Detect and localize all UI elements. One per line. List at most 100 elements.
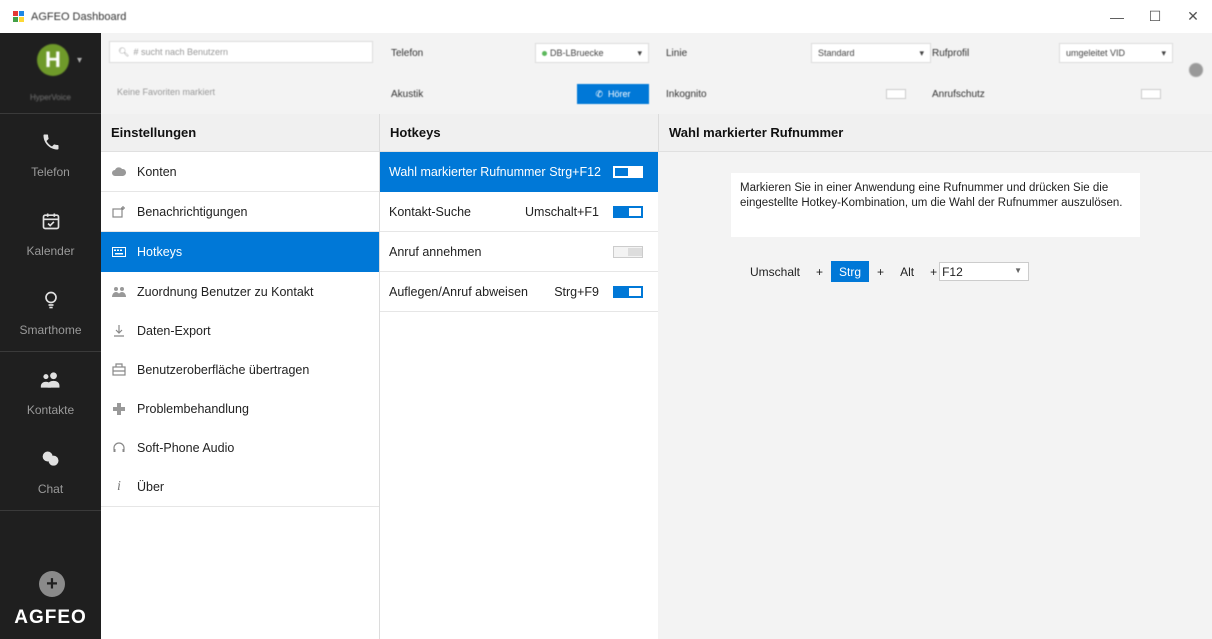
hotkey-row[interactable]: Wahl markierter Rufnummer Strg+F12 bbox=[380, 152, 658, 192]
settings-item-softphone-audio[interactable]: Soft-Phone Audio bbox=[101, 428, 379, 468]
settings-item-hotkeys[interactable]: Hotkeys bbox=[101, 232, 379, 272]
hotkey-label: Anruf annehmen bbox=[389, 244, 482, 259]
user-mapping-icon bbox=[111, 286, 127, 298]
hotkey-label: Auflegen/Anruf abweisen bbox=[389, 284, 528, 299]
transfer-icon bbox=[111, 363, 127, 376]
medical-cross-icon bbox=[111, 402, 127, 415]
chat-icon bbox=[38, 446, 64, 472]
calendar-icon bbox=[38, 208, 64, 234]
search-icon: 🔍︎ bbox=[118, 46, 130, 57]
add-button[interactable]: + bbox=[39, 571, 65, 597]
keyboard-icon bbox=[111, 246, 127, 257]
profile-area[interactable]: H ▾ HyperVoice bbox=[0, 33, 101, 114]
settings-item-label: Problembehandlung bbox=[137, 401, 249, 416]
settings-item-konten[interactable]: Konten bbox=[101, 152, 379, 192]
inkognito-toggle[interactable] bbox=[886, 89, 906, 99]
headset-icon bbox=[111, 441, 127, 454]
hotkey-row[interactable]: Anruf annehmen bbox=[380, 232, 658, 272]
window-title: AGFEO Dashboard bbox=[31, 10, 127, 23]
nav-chat[interactable]: Chat bbox=[0, 431, 101, 510]
cloud-icon bbox=[111, 166, 127, 177]
anrufschutz-label: Anrufschutz bbox=[932, 88, 985, 100]
settings-item-label: Zuordnung Benutzer zu Kontakt bbox=[137, 284, 314, 299]
hotkey-toggle[interactable] bbox=[613, 205, 643, 218]
chevron-down-icon[interactable]: ▾ bbox=[77, 55, 82, 66]
main-sidebar: H ▾ HyperVoice Telefon Kalender Smarthom… bbox=[0, 33, 101, 639]
avatar[interactable]: H bbox=[37, 44, 69, 76]
nav-label: Kalender bbox=[26, 243, 75, 258]
detail-header: Wahl markierter Rufnummer bbox=[659, 114, 1212, 152]
nav-label: Telefon bbox=[31, 164, 70, 179]
key-select[interactable]: F12 ▼ bbox=[939, 262, 1030, 281]
telefon-label: Telefon bbox=[391, 47, 424, 59]
phone-icon bbox=[38, 129, 64, 155]
rufprofil-value: umgeleitet VID bbox=[1066, 48, 1126, 58]
telefon-value: DB-LBruecke bbox=[550, 48, 604, 58]
favorites-text: Keine Favoriten markiert bbox=[117, 87, 216, 97]
plus-sign: + bbox=[930, 264, 938, 279]
gear-icon[interactable] bbox=[1189, 63, 1203, 77]
maximize-button[interactable]: ☐ bbox=[1136, 0, 1174, 33]
hotkey-row[interactable]: Kontakt-Suche Umschalt+F1 bbox=[380, 192, 658, 232]
settings-item-benachrichtigungen[interactable]: Benachrichtigungen bbox=[101, 192, 379, 232]
chevron-down-icon: ▾ bbox=[1161, 47, 1166, 58]
settings-item-label: Benachrichtigungen bbox=[137, 204, 248, 219]
settings-item-daten-export[interactable]: Daten-Export bbox=[101, 311, 379, 351]
hotkey-toggle[interactable] bbox=[613, 245, 643, 258]
settings-item-problembehandlung[interactable]: Problembehandlung bbox=[101, 389, 379, 429]
plus-sign: + bbox=[816, 264, 824, 279]
telefon-select[interactable]: DB-LBruecke ▾ bbox=[535, 43, 649, 63]
nav-smarthome[interactable]: Smarthome bbox=[0, 272, 101, 351]
settings-item-label: Über bbox=[137, 479, 165, 494]
lightbulb-icon bbox=[38, 287, 64, 313]
hotkey-keys: Umschalt+F1 bbox=[525, 204, 599, 219]
user-search-input[interactable]: 🔍︎ # sucht nach Benutzern bbox=[109, 41, 373, 63]
contacts-icon bbox=[38, 367, 64, 393]
hotkey-description: Markieren Sie in einer Anwendung eine Ru… bbox=[731, 173, 1140, 237]
nav-kalender[interactable]: Kalender bbox=[0, 193, 101, 272]
nav-label: Smarthome bbox=[19, 322, 82, 337]
phone-icon: ✆ bbox=[595, 88, 604, 99]
rufprofil-label: Rufprofil bbox=[932, 47, 970, 59]
minimize-button[interactable]: — bbox=[1098, 0, 1136, 33]
title-bar: AGFEO Dashboard — ☐ ✕ bbox=[0, 0, 1212, 33]
settings-item-oberflaeche[interactable]: Benutzeroberfläche übertragen bbox=[101, 350, 379, 390]
hotkey-toggle[interactable] bbox=[613, 165, 643, 178]
status-topbar: 🔍︎ # sucht nach Benutzern Keine Favorite… bbox=[101, 33, 1212, 114]
nav-kontakte[interactable]: Kontakte bbox=[0, 352, 101, 431]
key-select-value: F12 bbox=[942, 264, 963, 279]
profile-name: HyperVoice bbox=[30, 93, 71, 102]
close-button[interactable]: ✕ bbox=[1174, 0, 1212, 33]
status-dot-icon bbox=[542, 50, 547, 56]
app-logo-icon bbox=[13, 10, 27, 23]
hotkey-row[interactable]: Auflegen/Anruf abweisen Strg+F9 bbox=[380, 272, 658, 312]
search-placeholder: # sucht nach Benutzern bbox=[133, 47, 228, 57]
settings-item-label: Daten-Export bbox=[137, 323, 211, 338]
hotkey-keys: Strg+F12 bbox=[549, 164, 601, 179]
modifier-strg[interactable]: Strg bbox=[831, 261, 870, 282]
notification-icon bbox=[111, 205, 127, 218]
rufprofil-select[interactable]: umgeleitet VID ▾ bbox=[1059, 43, 1173, 63]
modifier-umschalt[interactable]: Umschalt bbox=[742, 261, 808, 282]
akustik-label: Akustik bbox=[391, 88, 424, 100]
inkognito-label: Inkognito bbox=[666, 88, 707, 100]
linie-select[interactable]: Standard ▾ bbox=[811, 43, 931, 63]
hotkey-combination: Umschalt + Strg + Alt + F12 ▼ bbox=[742, 261, 1030, 282]
nav-label: Kontakte bbox=[26, 402, 75, 417]
nav-telefon[interactable]: Telefon bbox=[0, 114, 101, 193]
hoerer-button[interactable]: ✆ Hörer bbox=[577, 84, 649, 104]
settings-header: Einstellungen bbox=[101, 114, 379, 152]
linie-label: Linie bbox=[666, 47, 688, 59]
settings-item-label: Konten bbox=[137, 164, 177, 179]
chevron-down-icon: ▾ bbox=[637, 47, 642, 58]
hotkeys-header: Hotkeys bbox=[380, 114, 658, 152]
brand-logo: AGFEO bbox=[14, 607, 87, 628]
hotkey-toggle[interactable] bbox=[613, 285, 643, 298]
settings-item-ueber[interactable]: i Über bbox=[101, 467, 379, 507]
anrufschutz-toggle[interactable] bbox=[1141, 89, 1161, 99]
chevron-down-icon: ▼ bbox=[1014, 266, 1023, 275]
settings-item-zuordnung[interactable]: Zuordnung Benutzer zu Kontakt bbox=[101, 272, 379, 312]
hoerer-label: Hörer bbox=[608, 89, 631, 99]
modifier-alt[interactable]: Alt bbox=[892, 261, 922, 282]
download-icon bbox=[111, 324, 127, 337]
